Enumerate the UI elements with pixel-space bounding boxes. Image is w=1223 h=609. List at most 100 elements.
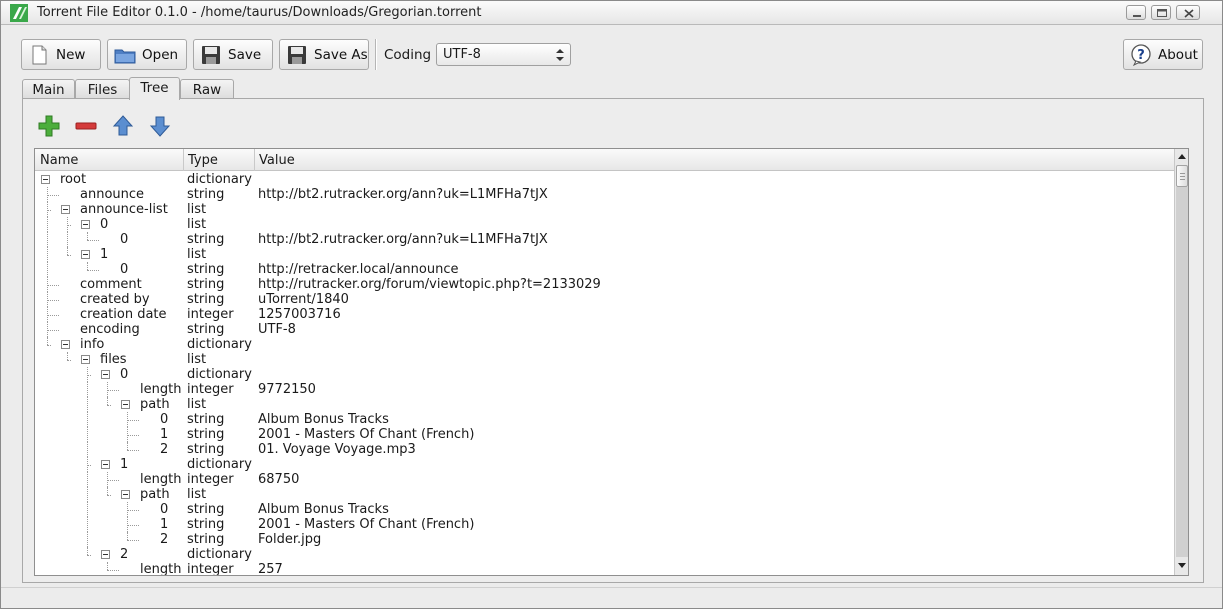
tree-cell-value: http://rutracker.org/forum/viewtopic.php…	[258, 277, 601, 292]
tree-cell-type: string	[187, 187, 225, 202]
column-name-label: Name	[40, 153, 79, 168]
scroll-down-arrow-icon[interactable]	[1176, 559, 1188, 573]
tree-row[interactable]: 1 list	[35, 247, 1174, 262]
remove-icon[interactable]	[74, 114, 98, 138]
tree-cell-name: 1	[100, 247, 109, 262]
save-button[interactable]: Save	[193, 39, 273, 70]
scroll-up-arrow-icon[interactable]	[1176, 151, 1188, 165]
tree-cell-value: Album Bonus Tracks	[258, 502, 389, 517]
tree-row[interactable]: announce-list list	[35, 202, 1174, 217]
tree-cell-type: string	[187, 427, 225, 442]
tree-row[interactable]: path list	[35, 487, 1174, 502]
column-header-type[interactable]: Type	[183, 149, 255, 171]
vertical-scrollbar[interactable]	[1174, 149, 1188, 575]
column-header-name[interactable]: Name	[35, 149, 184, 171]
tree-cell-type: dictionary	[187, 172, 252, 187]
tree-cell-name: root	[60, 172, 87, 187]
tree-row[interactable]: 0 dictionary	[35, 367, 1174, 382]
tree-row[interactable]: comment string http://rutracker.org/forum/…	[35, 277, 1174, 292]
collapse-toggle-icon[interactable]	[121, 490, 130, 499]
about-button[interactable]: ? About	[1123, 39, 1203, 70]
tree-row[interactable]: length integer 257	[35, 562, 1174, 576]
tree-row[interactable]: 2 string Folder.jpg	[35, 532, 1174, 547]
new-button-label: New	[56, 46, 86, 63]
tree-row[interactable]: encoding string UTF-8	[35, 322, 1174, 337]
tree-row[interactable]: length integer 9772150	[35, 382, 1174, 397]
tree-row[interactable]: 1 dictionary	[35, 457, 1174, 472]
tree-cell-value: 9772150	[258, 382, 316, 397]
collapse-toggle-icon[interactable]	[61, 205, 70, 214]
about-button-label: About	[1158, 46, 1198, 63]
save-as-disk-icon	[286, 44, 308, 66]
new-button[interactable]: New	[21, 39, 101, 70]
tree-cell-value: 2001 - Masters Of Chant (French)	[258, 517, 475, 532]
tab-tree[interactable]: Tree	[129, 77, 180, 100]
move-up-icon[interactable]	[111, 114, 135, 138]
tree-cell-type: list	[187, 247, 207, 262]
tree-cell-type: integer	[187, 382, 234, 397]
save-button-label: Save	[228, 46, 262, 63]
tree-row[interactable]: files list	[35, 352, 1174, 367]
tab-main[interactable]: Main	[22, 79, 75, 99]
minimize-button[interactable]	[1126, 5, 1146, 20]
collapse-toggle-icon[interactable]	[81, 220, 90, 229]
tree-row[interactable]: 2 string 01. Voyage Voyage.mp3	[35, 442, 1174, 457]
coding-select[interactable]: UTF-8	[436, 43, 571, 66]
tree-cell-type: string	[187, 532, 225, 547]
scrollbar-track[interactable]	[1176, 187, 1188, 557]
collapse-toggle-icon[interactable]	[101, 460, 110, 469]
collapse-toggle-icon[interactable]	[81, 355, 90, 364]
tree-row[interactable]: 0 string Album Bonus Tracks	[35, 412, 1174, 427]
tree-cell-name: files	[100, 352, 127, 367]
collapse-toggle-icon[interactable]	[41, 175, 50, 184]
tree-cell-value: uTorrent/1840	[258, 292, 349, 307]
tree-cell-type: list	[187, 397, 207, 412]
tree-row[interactable]: 1 string 2001 - Masters Of Chant (French)	[35, 427, 1174, 442]
tree-row[interactable]: info dictionary	[35, 337, 1174, 352]
tree-row[interactable]: 1 string 2001 - Masters Of Chant (French)	[35, 517, 1174, 532]
tree-row[interactable]: created by string uTorrent/1840	[35, 292, 1174, 307]
tree-row[interactable]: 2 dictionary	[35, 547, 1174, 562]
tree-row[interactable]: 0 string Album Bonus Tracks	[35, 502, 1174, 517]
app-logo-icon	[10, 4, 28, 22]
collapse-toggle-icon[interactable]	[121, 400, 130, 409]
tree-cell-value: 01. Voyage Voyage.mp3	[258, 442, 416, 457]
tree-row[interactable]: root dictionary	[35, 172, 1174, 187]
tree-cell-name: 0	[100, 217, 109, 232]
save-as-button-label: Save As	[314, 46, 368, 63]
add-icon[interactable]	[37, 114, 61, 138]
tree-row[interactable]: 0 list	[35, 217, 1174, 232]
collapse-toggle-icon[interactable]	[61, 340, 70, 349]
tree-cell-type: dictionary	[187, 367, 252, 382]
column-header-value[interactable]: Value	[254, 149, 1174, 171]
tree-row[interactable]: path list	[35, 397, 1174, 412]
tree-row[interactable]: creation date integer 1257003716	[35, 307, 1174, 322]
tree-cell-type: string	[187, 322, 225, 337]
open-button[interactable]: Open	[107, 39, 187, 70]
tree-cell-type: list	[187, 217, 207, 232]
tree-cell-type: dictionary	[187, 547, 252, 562]
tree-row[interactable]: length integer 68750	[35, 472, 1174, 487]
tree-row[interactable]: 0 string http://retracker.local/announce	[35, 262, 1174, 277]
tree-cell-value: 68750	[258, 472, 300, 487]
maximize-button[interactable]	[1151, 5, 1171, 20]
collapse-toggle-icon[interactable]	[81, 250, 90, 259]
tab-raw[interactable]: Raw	[180, 79, 234, 99]
save-as-button[interactable]: Save As	[279, 39, 369, 70]
scrollbar-thumb[interactable]	[1176, 165, 1188, 187]
close-button[interactable]	[1176, 5, 1200, 20]
collapse-toggle-icon[interactable]	[101, 370, 110, 379]
tree-row[interactable]: 0 string http://bt2.rutracker.org/ann?uk=L…	[35, 232, 1174, 247]
move-down-icon[interactable]	[148, 114, 172, 138]
tree-cell-value: UTF-8	[258, 322, 296, 337]
tab-main-label: Main	[32, 82, 65, 98]
tree-view[interactable]: Name Type Value root dictionary announce st…	[34, 148, 1189, 576]
tree-cell-name: announce	[80, 187, 145, 202]
tree-cell-name: info	[80, 337, 105, 352]
tab-files[interactable]: Files	[75, 79, 130, 99]
collapse-toggle-icon[interactable]	[101, 550, 110, 559]
tree-cell-name: announce-list	[80, 202, 168, 217]
tree-cell-type: integer	[187, 472, 234, 487]
tree-row[interactable]: announce string http://bt2.rutracker.org/a…	[35, 187, 1174, 202]
tree-cell-value: 257	[258, 562, 283, 576]
